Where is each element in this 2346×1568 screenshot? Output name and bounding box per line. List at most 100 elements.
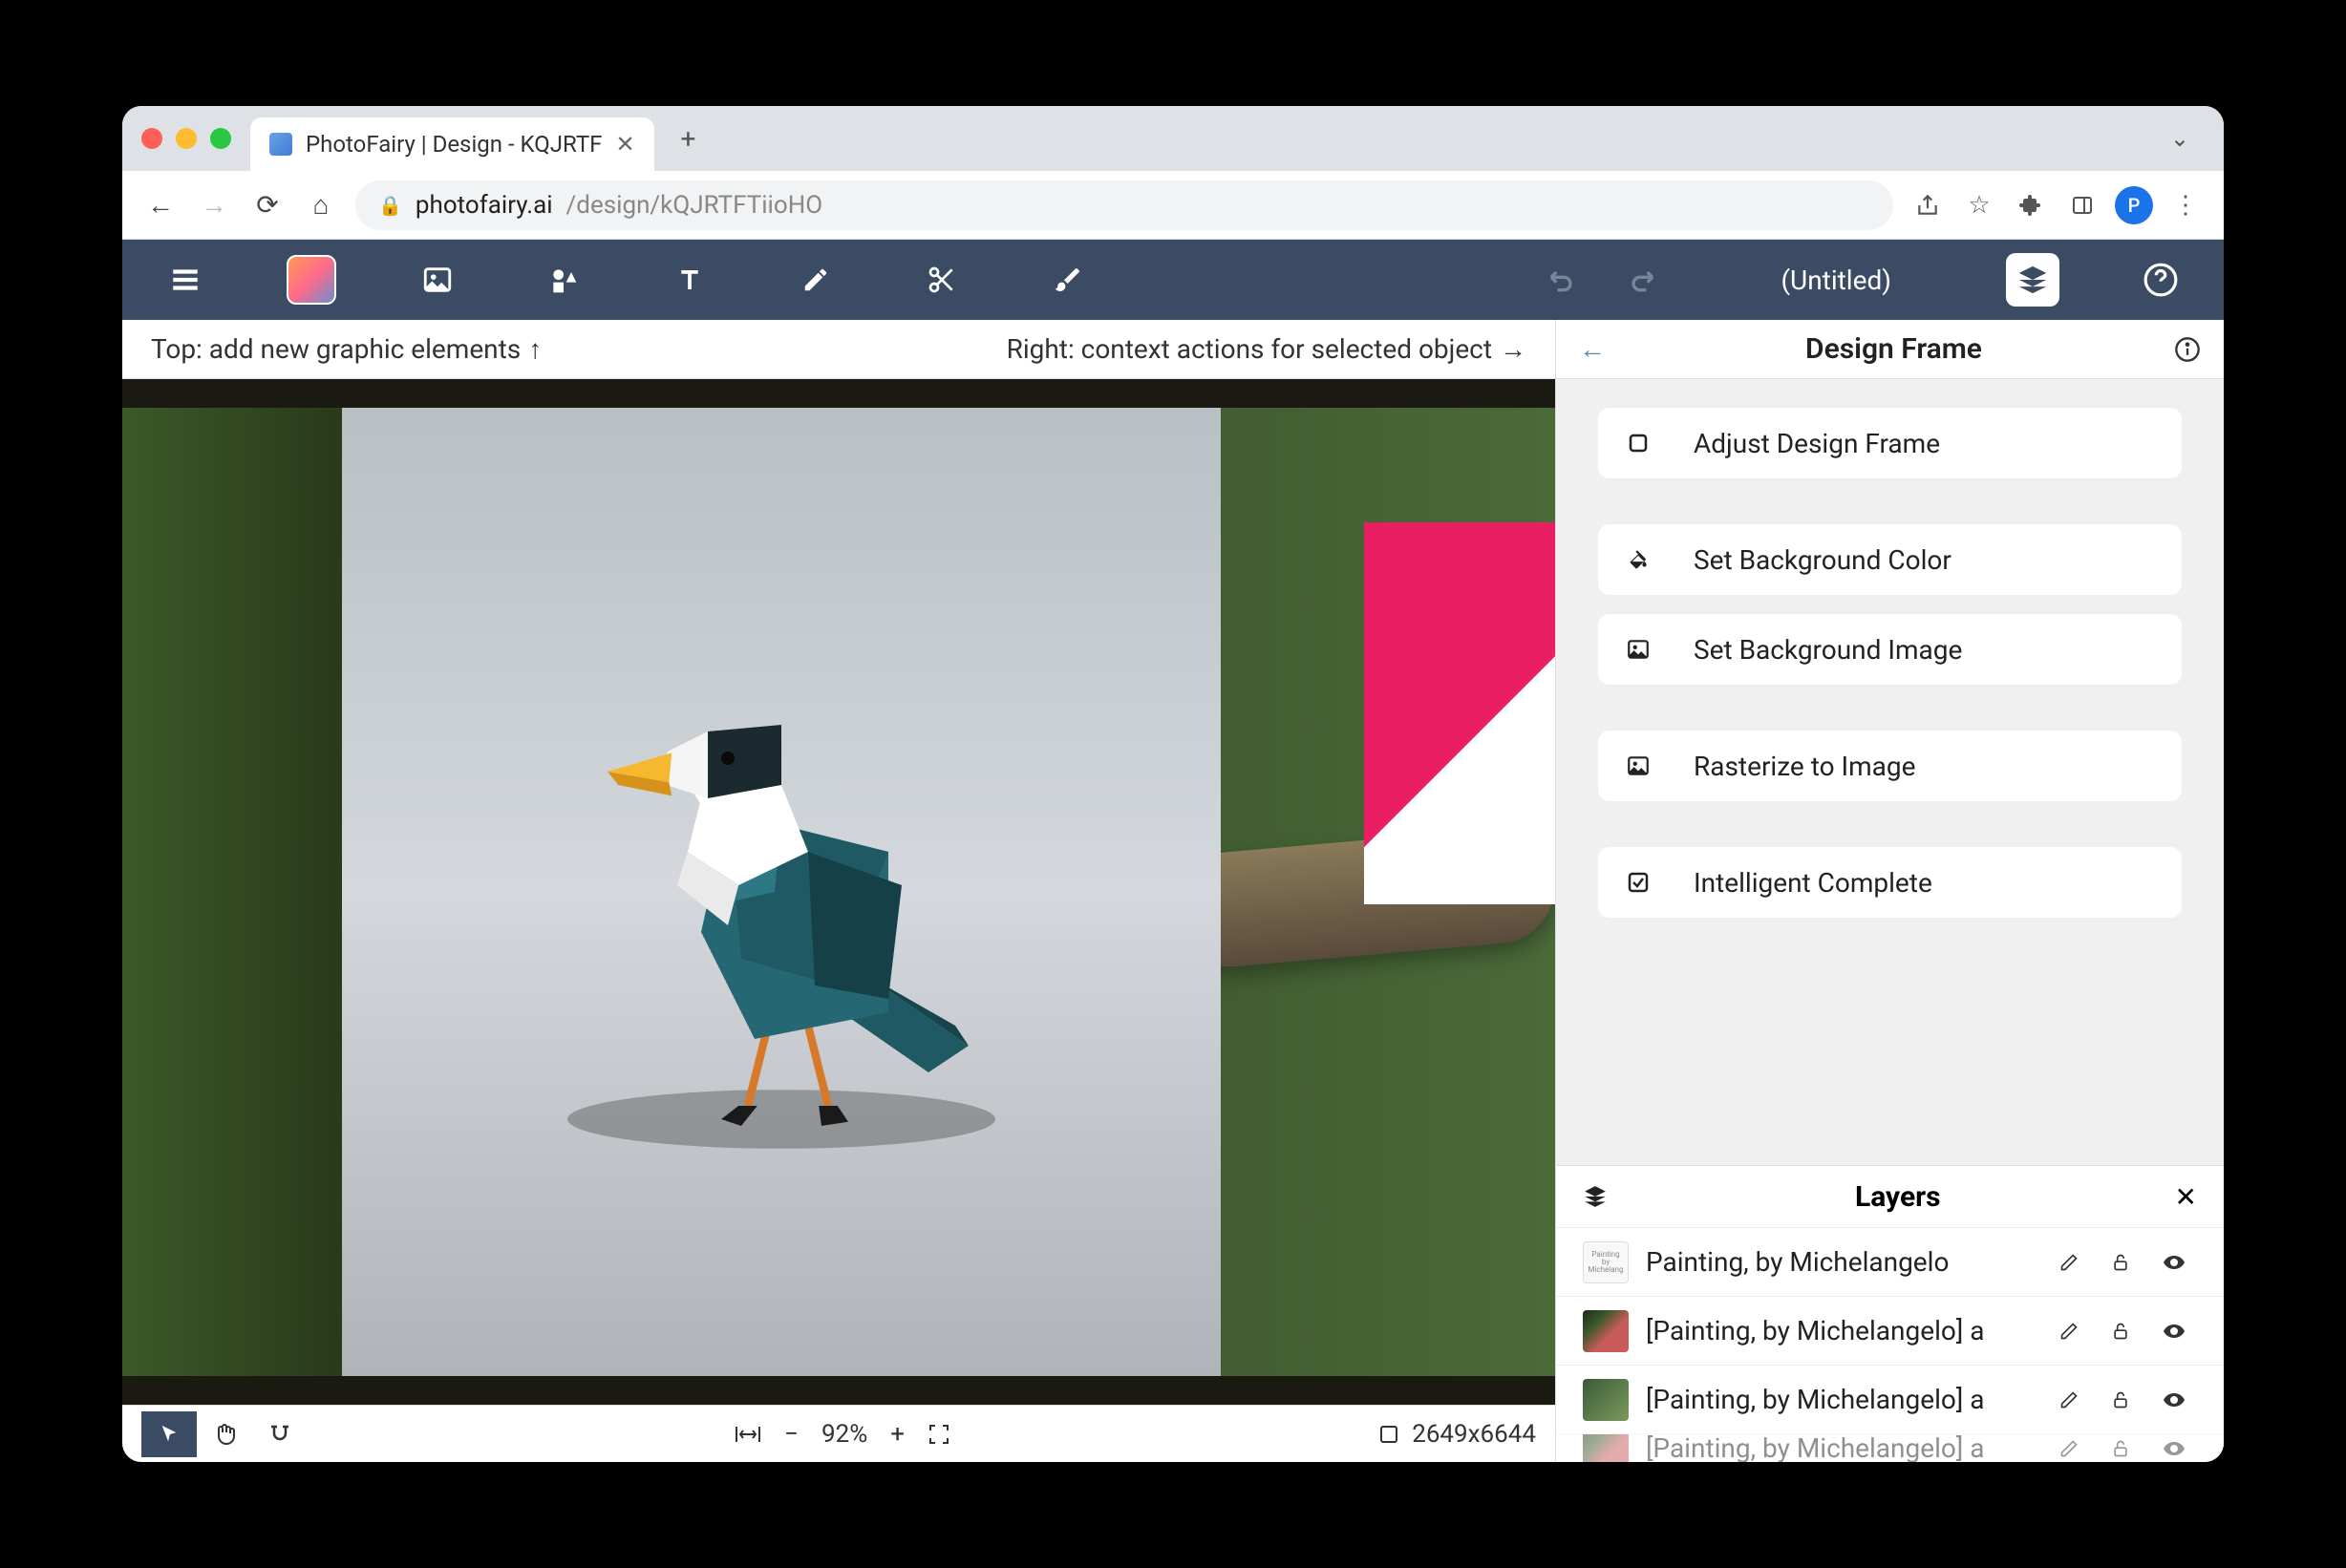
layer-lock-icon[interactable] (2111, 1253, 2145, 1272)
layer-row[interactable]: [Painting, by Michelangelo] a (1556, 1296, 2224, 1365)
tab-close-icon[interactable]: ✕ (615, 131, 634, 158)
design-title[interactable]: (Untitled) (1781, 265, 1891, 296)
tabs-overflow-icon[interactable]: ⌄ (2170, 125, 2205, 152)
new-tab-button[interactable]: + (681, 123, 696, 155)
layer-edit-icon[interactable] (2059, 1439, 2094, 1458)
layer-edit-icon[interactable] (2059, 1390, 2094, 1409)
layer-edit-icon[interactable] (2059, 1253, 2094, 1272)
layer-name: Painting, by Michelangelo (1646, 1246, 2042, 1278)
layers-title: Layers (1621, 1180, 2175, 1214)
action-label: Set Background Color (1694, 544, 1951, 576)
action-label: Rasterize to Image (1694, 751, 1915, 782)
layer-visibility-icon[interactable] (2163, 1437, 2197, 1460)
layer-thumbnail (1583, 1433, 1629, 1462)
extensions-icon[interactable] (2012, 186, 2050, 224)
nav-reload-button[interactable]: ⟳ (248, 186, 287, 224)
bg-image-action[interactable]: Set Background Image (1598, 614, 2182, 685)
hint-bar: Top: add new graphic elements ↑ Right: c… (122, 320, 1555, 379)
fullscreen-icon[interactable] (928, 1423, 950, 1446)
hand-tool-button[interactable] (197, 1411, 252, 1457)
nav-forward-button[interactable]: → (195, 186, 233, 224)
layers-toggle-icon[interactable] (2006, 253, 2059, 307)
frame-icon[interactable] (1377, 1423, 1400, 1446)
panel-title: Design Frame (1613, 332, 2174, 366)
kebab-menu-icon[interactable]: ⋮ (2166, 186, 2205, 224)
tab-title: PhotoFairy | Design - KQJRTF (306, 131, 602, 158)
layer-lock-icon[interactable] (2111, 1322, 2145, 1341)
help-icon[interactable] (2136, 255, 2186, 305)
intelligent-complete-action[interactable]: Intelligent Complete (1598, 847, 2182, 918)
redo-button[interactable] (1616, 255, 1666, 305)
layer-visibility-icon[interactable] (2163, 1251, 2197, 1274)
window-maximize[interactable] (210, 128, 231, 149)
zoom-value: 92% (821, 1420, 867, 1449)
menu-icon[interactable] (160, 255, 210, 305)
layer-lock-icon[interactable] (2111, 1390, 2145, 1409)
layers-panel: Layers ✕ PaintingbyMichelang Painting, b… (1556, 1165, 2224, 1462)
snap-tool-button[interactable] (252, 1411, 308, 1457)
share-icon[interactable] (1909, 186, 1947, 224)
rasterize-action[interactable]: Rasterize to Image (1598, 731, 2182, 801)
nav-home-button[interactable]: ⌂ (302, 186, 340, 224)
action-label: Intelligent Complete (1694, 867, 1932, 899)
canvas-pink-bird-image (1364, 522, 1555, 904)
window-controls (141, 128, 250, 149)
pointer-tool-button[interactable] (141, 1411, 197, 1457)
profile-initial: P (2128, 194, 2141, 217)
brush-tool-icon[interactable] (1043, 255, 1093, 305)
sidepanel-icon[interactable] (2063, 186, 2101, 224)
layer-lock-icon[interactable] (2111, 1439, 2145, 1458)
square-icon (1621, 432, 1655, 455)
browser-window: PhotoFairy | Design - KQJRTF ✕ + ⌄ ← → ⟳… (122, 106, 2224, 1462)
zoom-in-button[interactable]: + (890, 1420, 905, 1449)
shapes-tool-icon[interactable] (539, 255, 588, 305)
design-frame[interactable] (342, 408, 1221, 1376)
arrow-right-icon: → (1500, 333, 1526, 365)
image-tool-icon[interactable] (413, 255, 462, 305)
adjust-frame-action[interactable]: Adjust Design Frame (1598, 408, 2182, 478)
app-toolbar: (Untitled) (122, 240, 2224, 320)
layer-edit-icon[interactable] (2059, 1322, 2094, 1341)
draw-tool-icon[interactable] (791, 255, 841, 305)
canvas-dimensions: 2649x6644 (1412, 1420, 1536, 1449)
checkbox-checked-icon (1621, 871, 1655, 894)
window-close[interactable] (141, 128, 162, 149)
image-icon (1621, 753, 1655, 778)
canvas-tool-icon[interactable] (287, 255, 336, 305)
bookmark-icon[interactable]: ☆ (1960, 186, 1998, 224)
layer-visibility-icon[interactable] (2163, 1320, 2197, 1343)
zoom-out-button[interactable]: − (784, 1420, 799, 1449)
hint-left-text: Top: add new graphic elements (151, 333, 521, 365)
layers-icon (1583, 1184, 1621, 1209)
nav-back-button[interactable]: ← (141, 186, 180, 224)
profile-avatar[interactable]: P (2115, 186, 2153, 224)
layer-row[interactable]: [Painting, by Michelangelo] a (1556, 1365, 2224, 1433)
layer-thumbnail: PaintingbyMichelang (1583, 1241, 1629, 1283)
window-minimize[interactable] (176, 128, 197, 149)
right-panel: ← Design Frame Adjust Design Frame (1555, 320, 2224, 1462)
layer-thumbnail (1583, 1379, 1629, 1421)
layer-row[interactable]: [Painting, by Michelangelo] a (1556, 1433, 2224, 1462)
layer-visibility-icon[interactable] (2163, 1388, 2197, 1411)
fit-width-icon[interactable] (735, 1423, 761, 1446)
origami-bird-image (514, 625, 1049, 1159)
info-icon[interactable] (2174, 336, 2201, 363)
undo-button[interactable] (1538, 255, 1588, 305)
layer-name: [Painting, by Michelangelo] a (1646, 1384, 2042, 1415)
bg-color-action[interactable]: Set Background Color (1598, 524, 2182, 595)
url-host: photofairy.ai (416, 191, 553, 220)
text-tool-icon[interactable] (665, 255, 714, 305)
layers-close-icon[interactable]: ✕ (2175, 1181, 2197, 1213)
url-input[interactable]: 🔒 photofairy.ai/design/kQJRTFTiioHO (355, 180, 1893, 230)
action-label: Adjust Design Frame (1694, 428, 1940, 459)
cut-tool-icon[interactable] (917, 255, 967, 305)
layer-name: [Painting, by Michelangelo] a (1646, 1315, 2042, 1346)
layer-row[interactable]: PaintingbyMichelang Painting, by Michela… (1556, 1227, 2224, 1296)
panel-header: ← Design Frame (1556, 320, 2224, 379)
image-icon (1621, 637, 1655, 662)
browser-tab[interactable]: PhotoFairy | Design - KQJRTF ✕ (250, 117, 654, 171)
panel-back-button[interactable]: ← (1579, 333, 1613, 365)
canvas-footer: − 92% + 2649x6644 (122, 1405, 1555, 1462)
canvas[interactable] (122, 379, 1555, 1405)
address-bar: ← → ⟳ ⌂ 🔒 photofairy.ai/design/kQJRTFTii… (122, 171, 2224, 240)
